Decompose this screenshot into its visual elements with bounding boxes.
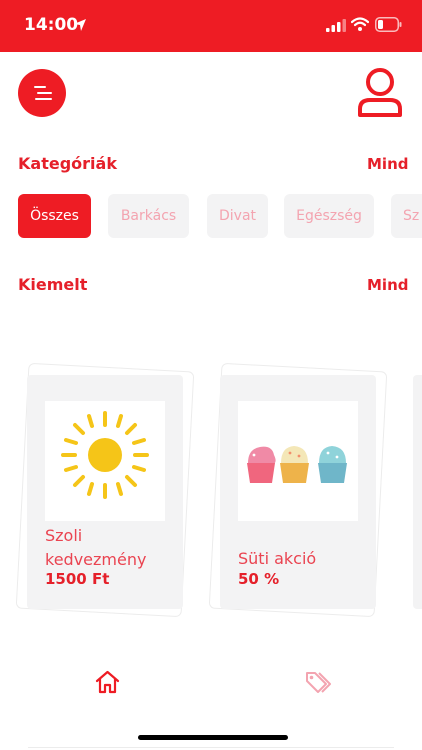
featured-card-szoli[interactable]: Szoli kedvezmény 1500 Ft — [27, 375, 183, 609]
sun-icon — [61, 411, 149, 499]
featured-card-suti[interactable]: Süti akció 50 % — [220, 375, 376, 609]
categories-more-link[interactable]: Mind — [367, 155, 408, 173]
category-chip-divat[interactable]: Divat — [207, 194, 268, 238]
card-value: 50 % — [238, 570, 280, 588]
featured-card-partial[interactable] — [413, 375, 422, 609]
home-icon[interactable] — [95, 670, 120, 694]
categories-title: Kategóriák — [18, 154, 117, 173]
category-chip-egeszseg[interactable]: Egészség — [284, 194, 374, 238]
menu-icon — [34, 86, 52, 100]
status-time: 14:00 — [24, 15, 79, 35]
wifi-icon — [351, 17, 369, 31]
home-indicator — [138, 735, 288, 740]
category-chip-partial[interactable]: Sz — [391, 194, 422, 238]
status-bar: 14:00 — [0, 0, 422, 52]
cupcakes-image — [247, 446, 347, 483]
menu-button[interactable] — [18, 69, 66, 117]
featured-more-link[interactable]: Mind — [367, 276, 408, 294]
category-chip-barkacs[interactable]: Barkács — [108, 194, 189, 238]
category-chips: Összes Barkács Divat Egészség Sz — [18, 194, 422, 238]
tag-icon[interactable] — [305, 670, 331, 694]
user-profile-icon[interactable] — [357, 67, 403, 119]
category-chip-osszes[interactable]: Összes — [18, 194, 91, 238]
location-arrow-icon — [74, 19, 86, 31]
card-image — [238, 401, 358, 521]
card-title: Szoli kedvezmény — [45, 526, 147, 569]
featured-title: Kiemelt — [18, 275, 88, 294]
bottom-divider — [28, 747, 394, 748]
signal-icon — [326, 19, 346, 32]
battery-icon — [375, 17, 402, 32]
card-value: 1500 Ft — [45, 570, 110, 588]
card-title: Süti akció — [238, 549, 317, 568]
card-image — [45, 401, 165, 521]
